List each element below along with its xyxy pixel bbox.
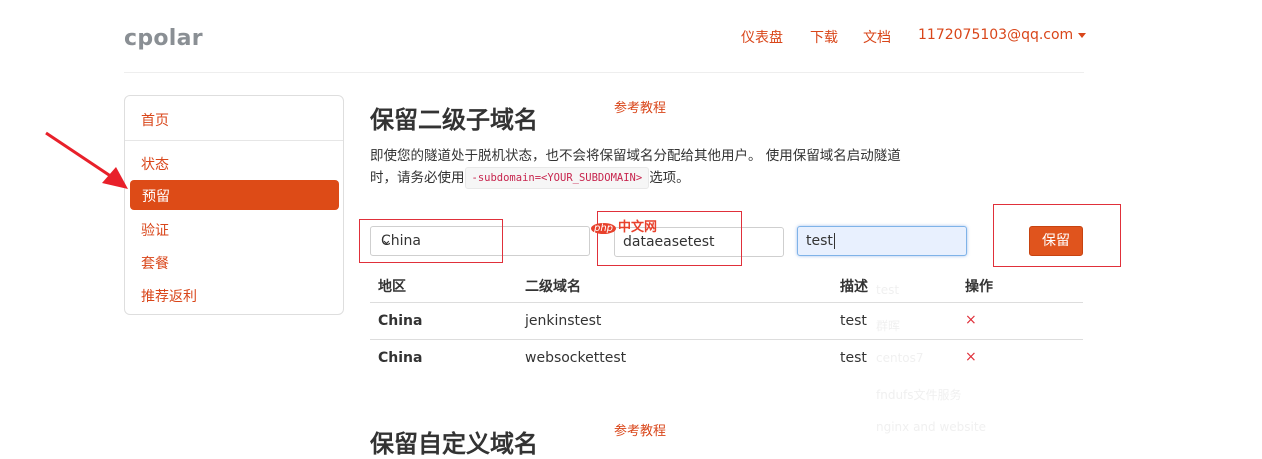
watermark-text: 中文网 [618,220,658,235]
tutorial-link[interactable]: 参考教程 [614,97,666,116]
table-cell-region: China [378,313,423,329]
table-divider [370,302,1083,303]
sidebar-item-verify[interactable]: 验证 [141,220,169,240]
code-snippet: -subdomain=<YOUR_SUBDOMAIN> [464,167,650,189]
sidebar-item-status[interactable]: 状态 [141,154,169,174]
ghost-suggestion: nginx and website [876,420,986,434]
table-cell-region: China [378,350,423,366]
sidebar-item-reserved[interactable]: 预留 [130,180,339,210]
watermark-badge: php [591,223,617,234]
tutorial-link[interactable]: 参考教程 [614,420,666,439]
table-cell-subdomain: websockettest [525,350,627,366]
table-header-subdomain: 二级域名 [525,279,581,295]
page-title: 保留二级子域名 [370,106,538,134]
table-divider [370,339,1083,340]
desc-text-1: 即使您的隧道处于脱机状态，也不会将保留域名分配给其他用户。 使用保留域名启动隧道 [370,148,901,164]
sidebar-item-label: 预留 [142,189,170,205]
sidebar-item-referral[interactable]: 推荐返利 [141,286,197,306]
ghost-suggestion: 群晖 [876,319,901,333]
desc-text-2: 时，请务必使用 [370,170,465,186]
table-header-action: 操作 [965,279,993,295]
ghost-suggestion: test [876,283,900,297]
nav-docs[interactable]: 文档 [863,27,891,47]
ghost-suggestion: centos7 [876,351,924,365]
caret-down-icon [1078,32,1087,38]
table-header-region: 地区 [378,279,406,295]
account-email: 1172075103@qq.com [918,27,1074,43]
delete-icon[interactable]: × [965,349,977,365]
table-cell-description: test [840,350,867,366]
annotation-arrow-icon [45,131,128,189]
description-input-value: test [806,233,833,249]
header-divider [124,72,1084,73]
desc-text-3: 选项。 [649,170,690,186]
watermark: php 中文网 [591,216,657,235]
description-input[interactable]: test [797,226,967,256]
nav-account-menu[interactable]: 1172075103@qq.com [918,27,1087,47]
nav-dashboard[interactable]: 仪表盘 [741,27,783,47]
text-cursor [833,233,835,249]
annotation-box-region [359,219,503,263]
sidebar-item-home[interactable]: 首页 [141,110,169,130]
sidebar-divider [125,140,343,141]
table-cell-description: test [840,313,867,329]
section-description: 即使您的隧道处于脱机状态，也不会将保留域名分配给其他用户。 使用保留域名启动隧道… [370,145,930,189]
annotation-box-button [993,204,1121,267]
brand-logo[interactable]: cpolar [124,26,203,51]
sidebar: 首页 状态 预留 验证 套餐 推荐返利 [124,95,344,315]
sidebar-item-plans[interactable]: 套餐 [141,253,169,273]
delete-icon[interactable]: × [965,312,977,328]
table-cell-subdomain: jenkinstest [525,313,602,329]
ghost-suggestion: fndufs文件服务 [876,388,962,402]
nav-download[interactable]: 下载 [810,27,838,47]
table-header-description: 描述 [840,279,868,295]
